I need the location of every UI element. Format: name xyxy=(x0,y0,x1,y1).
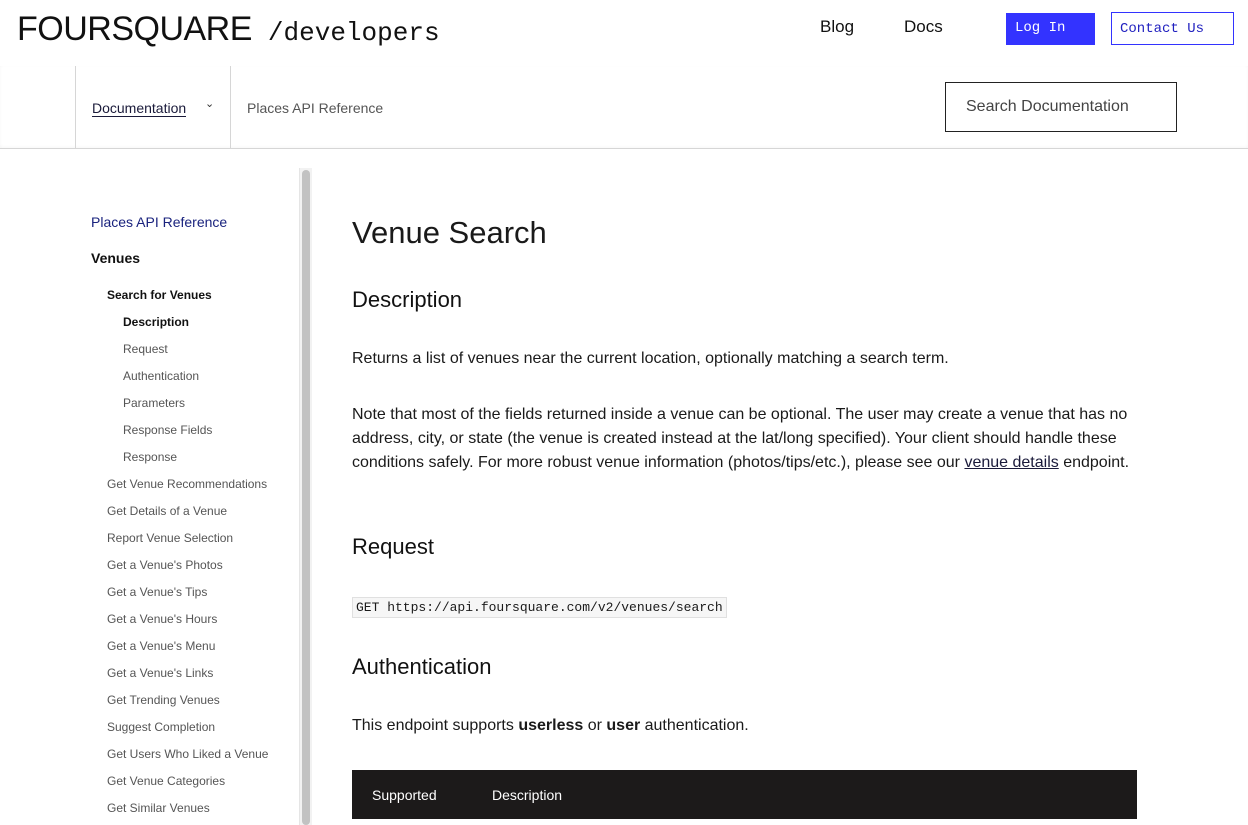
sidebar-item-suggest-completion[interactable]: Suggest Completion xyxy=(107,720,215,734)
table-header-supported: Supported xyxy=(372,787,437,803)
venue-details-link[interactable]: venue details xyxy=(964,454,1058,471)
chevron-down-icon: ⌄ xyxy=(205,98,215,110)
sidebar-item-venues[interactable]: Venues xyxy=(91,250,140,266)
sidebar-item-venue-recommendations[interactable]: Get Venue Recommendations xyxy=(107,477,267,491)
sidebar-item-venue-links[interactable]: Get a Venue's Links xyxy=(107,666,213,680)
sidebar-item-search-for-venues[interactable]: Search for Venues xyxy=(107,288,212,302)
auth-text-before: This endpoint supports xyxy=(352,717,519,734)
authentication-table-header: Supported Description xyxy=(352,770,1137,819)
auth-user: user xyxy=(606,717,641,734)
contact-us-button[interactable]: Contact Us xyxy=(1111,12,1234,45)
auth-text-after: authentication. xyxy=(640,717,749,734)
sidebar-item-venue-tips[interactable]: Get a Venue's Tips xyxy=(107,585,207,599)
nav-docs-link[interactable]: Docs xyxy=(904,17,943,37)
description-heading: Description xyxy=(352,287,463,312)
nav-blog-link[interactable]: Blog xyxy=(820,17,854,37)
authentication-paragraph: This endpoint supports userless or user … xyxy=(352,714,1137,738)
auth-userless: userless xyxy=(518,717,584,734)
sidebar-item-venue-details[interactable]: Get Details of a Venue xyxy=(107,504,227,518)
sidebar-item-venue-categories[interactable]: Get Venue Categories xyxy=(107,774,225,788)
auth-text-mid: or xyxy=(583,717,607,734)
page-title: Venue Search xyxy=(352,215,547,250)
sidebar-item-places-api-reference[interactable]: Places API Reference xyxy=(91,214,227,230)
authentication-heading: Authentication xyxy=(352,654,492,679)
logo-wordmark: FOURSQUARE xyxy=(17,10,252,48)
sidebar-nav: Places API Reference Venues Search for V… xyxy=(0,149,312,825)
sidebar-item-similar-venues[interactable]: Get Similar Venues xyxy=(107,801,210,815)
sidebar-item-response[interactable]: Response xyxy=(123,450,177,464)
sidebar-item-users-liked-venue[interactable]: Get Users Who Liked a Venue xyxy=(107,747,268,761)
top-header: FOURSQUARE /developers Blog Docs Log In … xyxy=(0,0,1248,66)
sidebar-item-trending-venues[interactable]: Get Trending Venues xyxy=(107,693,220,707)
documentation-menu-label: Documentation xyxy=(92,100,187,117)
sidebar-item-venue-photos[interactable]: Get a Venue's Photos xyxy=(107,558,223,572)
description-paragraph: Returns a list of venues near the curren… xyxy=(352,350,949,367)
sidebar-item-report-venue-selection[interactable]: Report Venue Selection xyxy=(107,531,233,545)
description-note-paragraph: Note that most of the fields returned in… xyxy=(352,403,1137,475)
sidebar-item-venue-menu[interactable]: Get a Venue's Menu xyxy=(107,639,215,653)
logo-developers: /developers xyxy=(267,18,440,48)
sidebar-item-description[interactable]: Description xyxy=(123,315,189,329)
documentation-menu[interactable]: Documentation ⌄ xyxy=(75,66,231,149)
breadcrumb[interactable]: Places API Reference xyxy=(247,100,383,116)
sidebar-item-authentication[interactable]: Authentication xyxy=(123,369,199,383)
request-heading: Request xyxy=(352,534,434,559)
sub-header: Documentation ⌄ Places API Reference Sea… xyxy=(0,66,1248,149)
foursquare-logo[interactable]: FOURSQUARE /developers xyxy=(17,10,440,49)
table-header-description: Description xyxy=(492,787,563,803)
search-input[interactable]: Search Documentation xyxy=(945,82,1177,132)
sidebar-scrollbar-thumb[interactable] xyxy=(302,170,310,825)
request-endpoint-code: GET https://api.foursquare.com/v2/venues… xyxy=(352,597,727,618)
sidebar-item-response-fields[interactable]: Response Fields xyxy=(123,423,212,437)
sidebar-item-request[interactable]: Request xyxy=(123,342,168,356)
sidebar-item-parameters[interactable]: Parameters xyxy=(123,396,185,410)
sidebar-item-venue-hours[interactable]: Get a Venue's Hours xyxy=(107,612,217,626)
login-button[interactable]: Log In xyxy=(1006,13,1095,45)
note-text-after: endpoint. xyxy=(1058,454,1130,471)
